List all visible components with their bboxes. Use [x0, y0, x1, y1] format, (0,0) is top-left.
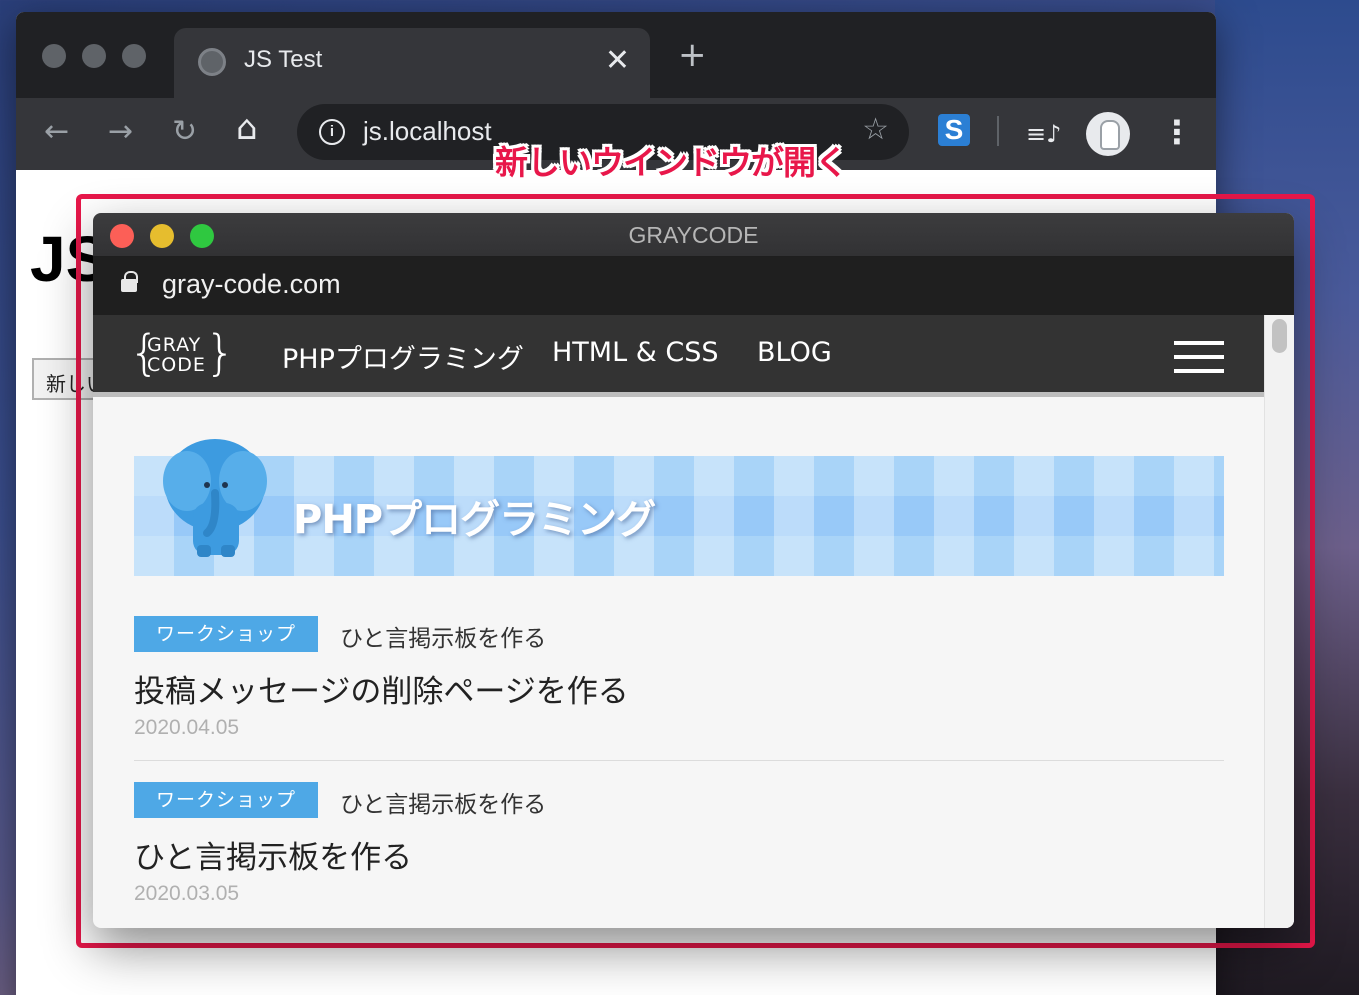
window-close-button[interactable] [42, 44, 66, 68]
post-title[interactable]: ひと言掲示板を作る [134, 832, 412, 877]
popup-title: GRAYCODE [628, 222, 759, 248]
site-logo[interactable]: { GRAY CODE } [129, 327, 236, 383]
toolbar-divider [997, 116, 999, 146]
popup-url: gray-code.com [162, 269, 341, 299]
back-icon[interactable]: ← [44, 114, 69, 150]
logo-line-1: GRAY [147, 334, 202, 356]
popup-scrollbar[interactable] [1264, 315, 1294, 928]
post-category[interactable]: ひと言掲示板を作る [340, 619, 546, 653]
logo-line-2: CODE [147, 354, 206, 376]
nav-link-php[interactable]: PHPプログラミング [282, 337, 524, 376]
hero-title: PHPプログラミング [293, 497, 656, 543]
post-tag[interactable]: ワークショップ [134, 616, 318, 652]
post-date: 2020.03.05 [134, 882, 240, 905]
info-icon[interactable]: i [319, 119, 345, 145]
popup-scrollbar-thumb[interactable] [1272, 319, 1287, 353]
address-url: js.localhost [363, 116, 492, 146]
hamburger-menu-icon[interactable] [1174, 341, 1224, 373]
nav-link-html-css[interactable]: HTML & CSS [552, 337, 718, 368]
post-title[interactable]: 投稿メッセージの削除ページを作る [134, 666, 629, 711]
forward-icon[interactable]: → [108, 114, 133, 150]
popup-titlebar: GRAYCODE [93, 213, 1294, 257]
home-icon[interactable]: ⌂ [236, 110, 258, 146]
media-control-icon[interactable]: ≡♪ [1026, 116, 1061, 152]
profile-avatar[interactable] [1086, 112, 1130, 156]
tab-title: JS Test [244, 46, 323, 73]
logo-brace-right: } [205, 325, 237, 381]
menu-kebab-icon[interactable]: ⋮ [1161, 112, 1193, 152]
popup-url-bar: gray-code.com [93, 257, 1294, 315]
elephant-mascot-icon [163, 439, 267, 557]
window-minimize-button[interactable] [82, 44, 106, 68]
bookmark-star-icon[interactable]: ☆ [862, 112, 889, 147]
tab-bar: JS Test ✕ + [16, 12, 1216, 98]
nav-link-blog[interactable]: BLOG [757, 337, 832, 368]
popup-window: GRAYCODE gray-code.com { GRAY CODE } PHP… [93, 213, 1294, 928]
tab-js-test[interactable]: JS Test ✕ [174, 28, 650, 98]
reload-icon[interactable]: ↻ [172, 114, 197, 150]
extension-s-icon[interactable]: S [938, 114, 970, 146]
lock-icon [121, 271, 138, 292]
post-category[interactable]: ひと言掲示板を作る [340, 785, 546, 819]
new-tab-button[interactable]: + [678, 38, 707, 72]
post-tag[interactable]: ワークショップ [134, 782, 318, 818]
site-navigation: { GRAY CODE } PHPプログラミング HTML & CSS BLOG [93, 315, 1264, 397]
annotation-label: 新しいウインドウが開く [495, 143, 848, 182]
globe-icon [198, 48, 226, 76]
post-date: 2020.04.05 [134, 716, 240, 739]
close-icon[interactable]: ✕ [605, 43, 630, 78]
window-zoom-button[interactable] [122, 44, 146, 68]
post-divider [134, 760, 1224, 761]
menu-label: ⋮ [1161, 113, 1193, 151]
